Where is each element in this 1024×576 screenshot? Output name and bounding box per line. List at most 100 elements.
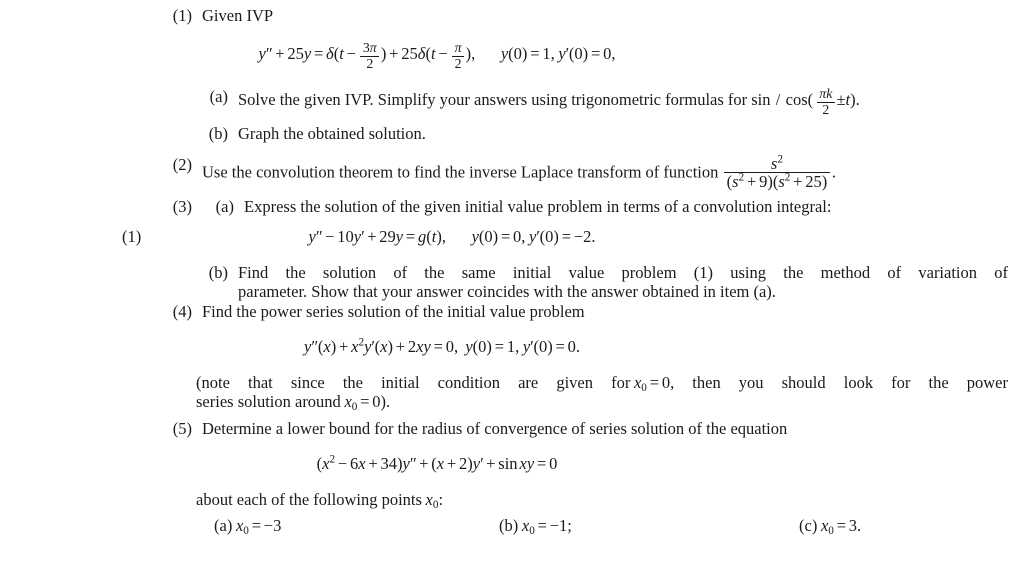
sym-x0: x [425,489,433,509]
sym-plus: + [339,337,349,357]
problem-5-points-row: (a) x0 = −3 (b) x0 = −1; (c) x0 = 3. [0,516,1024,537]
sym-rparen: ) [547,337,553,357]
sym-equals: = [433,337,443,357]
sym-equals: = [494,337,505,357]
sym-plus: + [486,454,496,474]
sym-comma: , [453,337,459,357]
num-0: 0 [372,392,381,412]
num-3: 3 [848,516,858,536]
sym-plus: + [419,454,429,474]
sym-plus: + [275,44,285,64]
problem-4-note-text-a: (note that since the initial condition a… [196,372,631,392]
sym-equals: = [313,44,324,64]
sym-plus: + [395,337,406,357]
sym-equals: = [500,227,511,247]
problem-1-equation: y″ +25y = δ(t −3π 2) +25δ(t − π 2), y(0) = 1, y′(0) = 0… [0,41,1024,71]
problem-1: (1) Given IVP [0,0,1024,25]
sym-equals: = [590,44,601,64]
problem-3-part-a-text: Express the solution of the given initia… [244,196,832,216]
num-0: 0 [445,337,454,357]
fn-cos: cos( [785,90,814,110]
problem-5-point-a: (a) x0 = −3 [214,516,499,537]
problem-1-part-b-text: Graph the obtained solution. [238,124,426,144]
problem-4-note: (note that since the initial condition a… [0,372,1024,413]
problem-3-part-a-label: (a) [215,196,234,216]
sym-equals: = [649,372,660,392]
sym-plus: + [446,454,457,474]
sym-equals: = [836,516,846,536]
sym-semicolon: ; [567,516,572,536]
num-3: 3 [362,40,370,56]
sym-comma: , [550,44,555,64]
sym-delta: δ [326,44,334,64]
fraction-s2-over-s2plus9-s2plus25: s2 (s2 +9)(s2 +25) [723,153,831,191]
sym-period: . [591,227,596,247]
problem-1-number: (1) [172,6,192,25]
sym-x: x [436,454,445,474]
problem-3-part-b: (b) Find the solution of the same initia… [0,263,1024,302]
sym-minus: − [337,454,348,474]
problem-1-part-b-label: (b) [208,124,228,144]
sym-comma: , [515,337,520,357]
num-0: 0 [549,454,558,474]
num-0: 0 [567,337,576,357]
sym-x0: x [344,392,352,412]
problem-2-text: Use the convolution theorem to find the … [202,162,719,182]
sym-equals: = [537,516,547,536]
sym-pi: π [454,40,462,56]
sym-x: x [358,454,366,474]
num-0: 0 [513,44,522,64]
problem-5: (5) Determine a lower bound for the radi… [0,419,1024,438]
sym-plus: + [389,44,399,64]
problem-4: (4) Find the power series solution of th… [0,302,1024,321]
problem-4-note2-text-a: series solution around [196,392,341,412]
sym-minus: − [438,44,448,64]
sym-y: y [465,337,473,357]
problem-2-number: (2) [172,154,192,174]
problem-4-note2-text-b: ). [380,392,391,412]
problem-1-part-a: (a) Solve the given IVP. Simplify your a… [0,87,1024,117]
num-1: 1 [506,337,516,357]
sym-x: x [519,454,527,474]
problem-3-equation-block: (1) y″ −10y′ +29y = g(t), y(0) = 0, y′(0) = −2. [0,227,1024,246]
sym-y: y [423,337,431,357]
num-0: 0 [574,44,583,64]
sym-x: x [380,337,388,357]
problem-3-number: (3) [172,196,192,216]
sym-plus: + [746,171,757,191]
num-25: 25 [401,44,418,64]
problem-5-point-c-label: (c) [799,516,818,536]
sym-equals: = [360,392,370,412]
problem-2-period: . [831,162,836,182]
sym-t: t [430,44,436,64]
sym-y: y [472,454,481,474]
sym-plus: + [793,171,803,191]
num-0: 0 [661,372,671,392]
num-2: 2 [366,55,374,71]
problem-4-note-line1: (note that since the initial condition a… [196,372,1008,394]
problem-5-number: (5) [172,418,192,438]
sym-rparen: ) [821,171,828,191]
problem-4-number: (4) [172,301,192,321]
sym-y: y [558,44,566,64]
problem-4-note-text-b: , then you should look for the power [670,372,1008,392]
sym-minus: − [325,227,335,247]
sym-comma: , [611,44,616,64]
problem-4-note-line2: series solution around x0 = 0). [196,392,1008,413]
problem-1-part-a-text-end: ). [850,90,860,110]
num-neg-3: −3 [263,516,282,536]
sym-comma: , [521,227,526,247]
num-neg-1: −1 [549,516,568,536]
sym-slash: / [775,90,781,110]
sym-minus: − [346,44,356,64]
problem-5-equation: (x2−6x +34)y″ + (x +2)y′ + sin xy = 0 [0,454,1024,473]
sym-plus: + [368,454,378,474]
problem-4-equation: y″(x) + x2y′(x) +2xy = 0, y(0) = 1, y′(0) = 0. [0,337,1024,356]
problem-5-points-intro-text: about each of the following points [196,489,422,509]
problem-5-point-a-label: (a) [214,516,233,536]
problem-5-text: Determine a lower bound for the radius o… [202,418,788,438]
document-page: (1) Given IVP y″ +25y = δ(t −3π 2) +25δ(t − π 2),… [0,0,1024,576]
problem-3-part-b-label: (b) [208,262,228,282]
num-0: 0 [484,227,493,247]
problem-5-point-b: (b) x0 = −1; [499,516,799,537]
